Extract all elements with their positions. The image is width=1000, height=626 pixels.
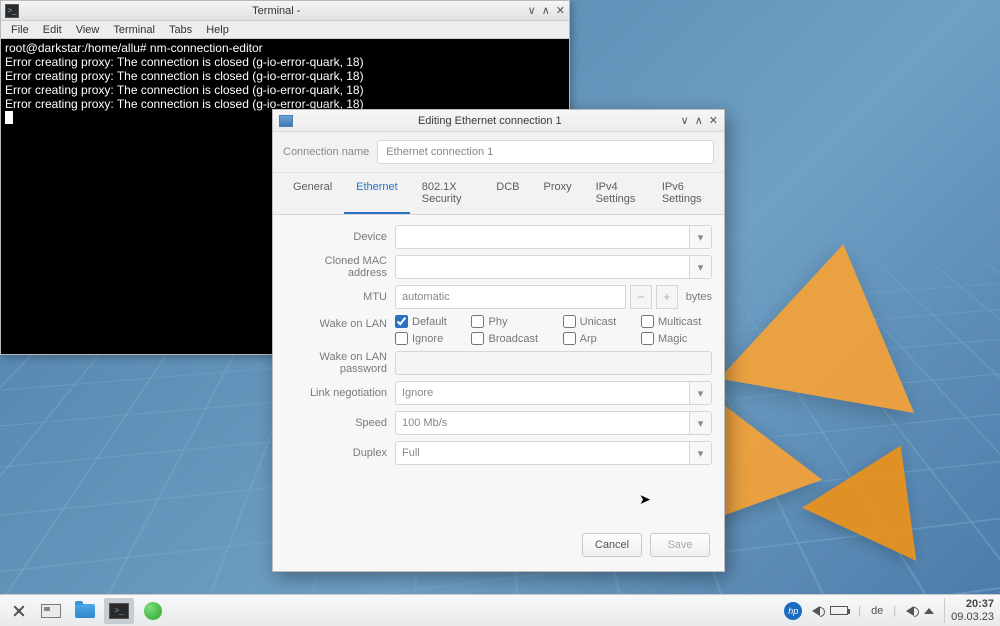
duplex-combo[interactable]: Full▾ (395, 441, 712, 465)
chevron-down-icon: ▾ (689, 382, 711, 404)
connection-editor-window: Editing Ethernet connection 1 ∨ ∧ ✕ Conn… (272, 109, 725, 572)
wol-ignore-checkbox[interactable]: Ignore (395, 332, 457, 345)
terminal-error-line: Error creating proxy: The connection is … (5, 69, 565, 83)
tab-general[interactable]: General (281, 173, 344, 214)
battery-icon[interactable] (830, 606, 848, 615)
wol-password-label: Wake on LAN password (285, 351, 395, 375)
terminal-title: Terminal - (25, 5, 528, 17)
cloned-mac-label: Cloned MAC address (285, 255, 395, 279)
terminal-icon: >_ (5, 4, 19, 18)
connection-name-label: Connection name (283, 146, 369, 158)
mtu-label: MTU (285, 291, 395, 303)
wol-default-checkbox[interactable]: Default (395, 315, 457, 328)
duplex-label: Duplex (285, 447, 395, 459)
close-icon[interactable]: ✕ (556, 4, 565, 17)
wol-unicast-checkbox[interactable]: Unicast (563, 315, 627, 328)
app-launcher-button[interactable] (6, 598, 32, 624)
keyboard-layout[interactable]: de (871, 605, 883, 617)
browser-button[interactable] (138, 598, 168, 624)
close-icon[interactable]: ✕ (709, 114, 718, 127)
tab-proxy[interactable]: Proxy (532, 173, 584, 214)
terminal-titlebar[interactable]: >_ Terminal - ∨ ∧ ✕ (1, 1, 569, 21)
link-neg-combo[interactable]: Ignore▾ (395, 381, 712, 405)
volume-icon-2[interactable] (906, 606, 914, 616)
tab-ipv6-settings[interactable]: IPv6 Settings (650, 173, 716, 214)
terminal-error-line: Error creating proxy: The connection is … (5, 83, 565, 97)
wol-checkbox-group: Default Phy Unicast Multicast Ignore Broadcas… (395, 315, 712, 345)
tab-ipv4-settings[interactable]: IPv4 Settings (584, 173, 650, 214)
tabs: GeneralEthernet802.1X SecurityDCBProxyIP… (273, 173, 724, 215)
tab-ethernet[interactable]: Ethernet (344, 173, 410, 214)
tray-expand-icon[interactable] (924, 608, 934, 614)
menu-view[interactable]: View (70, 22, 106, 38)
menu-help[interactable]: Help (200, 22, 235, 38)
cancel-button[interactable]: Cancel (582, 533, 642, 557)
terminal-menubar: File Edit View Terminal Tabs Help (1, 21, 569, 39)
chevron-down-icon: ▾ (689, 226, 711, 248)
wol-broadcast-checkbox[interactable]: Broadcast (471, 332, 548, 345)
minimize-icon[interactable]: ∨ (681, 114, 689, 127)
wol-password-input[interactable] (395, 351, 712, 375)
minimize-icon[interactable]: ∨ (528, 4, 536, 17)
mtu-increment-button[interactable]: + (656, 285, 678, 309)
network-icon (279, 115, 293, 127)
chevron-down-icon: ▾ (689, 256, 711, 278)
speed-label: Speed (285, 417, 395, 429)
speed-combo[interactable]: 100 Mb/s▾ (395, 411, 712, 435)
device-combo[interactable]: ▾ (395, 225, 712, 249)
tab-802-1x-security[interactable]: 802.1X Security (410, 173, 485, 214)
pager-button[interactable] (36, 598, 66, 624)
chevron-down-icon: ▾ (689, 442, 711, 464)
clock[interactable]: 20:37 09.03.23 (944, 598, 994, 622)
menu-terminal[interactable]: Terminal (107, 22, 161, 38)
editor-title: Editing Ethernet connection 1 (299, 115, 681, 127)
mtu-decrement-button[interactable]: − (630, 285, 652, 309)
wol-phy-checkbox[interactable]: Phy (471, 315, 548, 328)
terminal-task-button[interactable]: >_ (104, 598, 134, 624)
terminal-prompt-line: root@darkstar:/home/allu# nm-connection-… (5, 41, 565, 55)
taskbar: >_ hp | de | 20:37 09.03.23 (0, 594, 1000, 626)
terminal-cursor (5, 111, 13, 124)
terminal-error-line: Error creating proxy: The connection is … (5, 55, 565, 69)
menu-file[interactable]: File (5, 22, 35, 38)
mtu-unit: bytes (686, 291, 712, 303)
connection-name-input[interactable] (377, 140, 714, 164)
hp-icon[interactable]: hp (784, 602, 802, 620)
wol-label: Wake on LAN (285, 315, 395, 330)
wol-arp-checkbox[interactable]: Arp (563, 332, 627, 345)
volume-icon[interactable] (812, 606, 820, 616)
system-tray: hp | de | 20:37 09.03.23 (784, 598, 994, 622)
link-neg-label: Link negotiation (285, 387, 395, 399)
menu-tabs[interactable]: Tabs (163, 22, 198, 38)
chevron-down-icon: ▾ (689, 412, 711, 434)
tab-dcb[interactable]: DCB (484, 173, 531, 214)
device-label: Device (285, 231, 395, 243)
file-manager-button[interactable] (70, 598, 100, 624)
maximize-icon[interactable]: ∧ (695, 114, 703, 127)
save-button[interactable]: Save (650, 533, 710, 557)
cloned-mac-combo[interactable]: ▾ (395, 255, 712, 279)
mtu-input[interactable]: automatic (395, 285, 626, 309)
wol-multicast-checkbox[interactable]: Multicast (641, 315, 712, 328)
menu-edit[interactable]: Edit (37, 22, 68, 38)
editor-titlebar[interactable]: Editing Ethernet connection 1 ∨ ∧ ✕ (273, 110, 724, 132)
maximize-icon[interactable]: ∧ (542, 4, 550, 17)
wol-magic-checkbox[interactable]: Magic (641, 332, 712, 345)
